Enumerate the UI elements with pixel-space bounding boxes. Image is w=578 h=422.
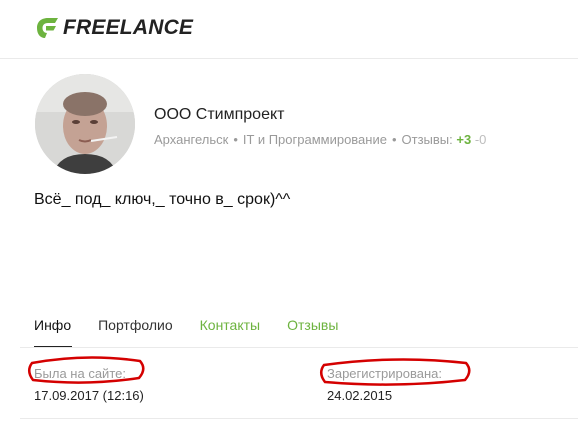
freelance-logo-mark-icon	[37, 18, 58, 38]
tabs-divider	[20, 347, 578, 348]
tab-contacts[interactable]: Контакты	[200, 317, 260, 333]
profile-slogan: Всё_ под_ ключ,_ точно в_ срок)^^	[34, 191, 291, 208]
reviews-negative[interactable]: -0	[475, 132, 487, 147]
profile-category[interactable]: IT и Программирование	[243, 132, 387, 147]
logo-text: FREELANCE	[63, 16, 194, 39]
reviews-label: Отзывы:	[401, 132, 453, 147]
profile-name: ООО Стимпроект	[154, 106, 285, 123]
site-header: FREELANCE	[0, 0, 578, 59]
avatar-photo	[35, 74, 135, 174]
profile-city[interactable]: Архангельск	[154, 132, 228, 147]
tab-reviews[interactable]: Отзывы	[287, 317, 338, 333]
separator-dot: •	[233, 132, 238, 147]
profile-meta: Архангельск • IT и Программирование • Отзывы…	[154, 132, 486, 147]
tab-info[interactable]: Инфо	[34, 317, 71, 333]
profile-tabs: Инфо Портфолио Контакты Отзывы	[34, 317, 365, 333]
last-seen-label: Была на сайте:	[34, 366, 126, 381]
reviews-positive[interactable]: +3	[456, 132, 471, 147]
registered-value: 24.02.2015	[327, 388, 393, 403]
site-logo[interactable]: FREELANCE	[34, 16, 193, 40]
separator-dot: •	[391, 132, 397, 147]
tab-portfolio[interactable]: Портфолио	[98, 317, 173, 333]
info-divider	[20, 418, 578, 419]
avatar	[35, 74, 135, 174]
last-seen-value: 17.09.2017 (12:16)	[34, 388, 144, 403]
registered-label: Зарегистрирована:	[327, 366, 442, 381]
